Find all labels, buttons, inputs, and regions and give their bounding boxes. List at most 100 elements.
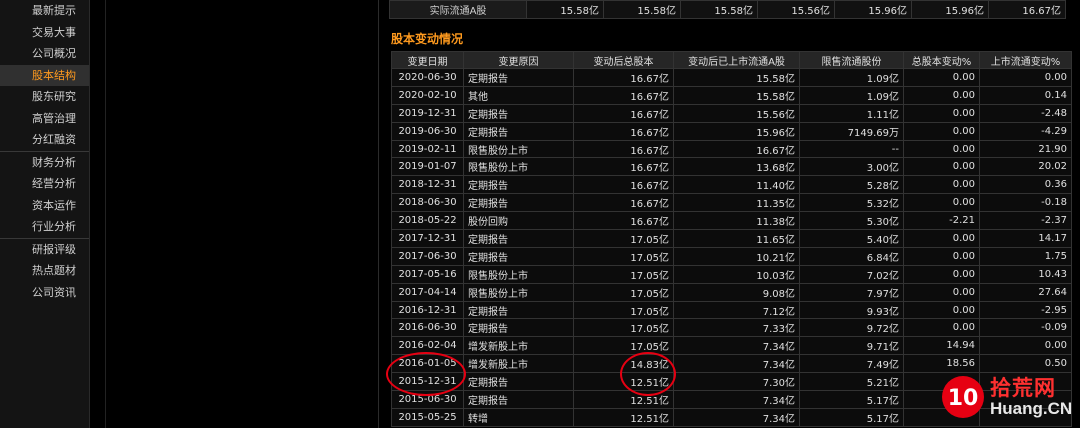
- table-cell: 5.28亿: [799, 175, 904, 195]
- table-cell: 7.33亿: [673, 318, 800, 338]
- table-cell: 2016-01-05: [391, 354, 464, 374]
- table-cell: 14.17: [979, 229, 1072, 248]
- sidebar-item[interactable]: 分红融资: [0, 129, 89, 151]
- column-header: 总股本变动%: [903, 51, 980, 69]
- table-cell: 15.96亿: [673, 121, 800, 141]
- table-cell: 0.00: [979, 336, 1072, 356]
- sidebar-item[interactable]: 资本运作: [0, 195, 89, 217]
- table-cell: 2019-06-30: [391, 121, 464, 141]
- table-cell: 定期报告: [463, 318, 574, 338]
- table-row: 2016-06-30 定期报告 17.05亿 7.33亿 9.72亿 0.00 -0.09: [391, 318, 1072, 338]
- table-cell: 2017-06-30: [391, 246, 464, 266]
- table-cell: 7.34亿: [673, 354, 800, 374]
- table-cell: 2015-05-25: [391, 407, 464, 427]
- share-changes-table: 变更日期 变更原因 变动后总股本 变动后已上市流通A股 限售流通股份 总股本变动% 上市流通…: [391, 51, 1072, 427]
- table-cell: 17.05亿: [573, 229, 674, 248]
- watermark-site-name: 拾荒网: [990, 376, 1056, 400]
- table-cell: 1.09亿: [799, 85, 904, 105]
- sidebar-item[interactable]: 股东研究: [0, 86, 89, 108]
- column-header: 变动后总股本: [573, 51, 674, 69]
- table-cell: 7.97亿: [799, 282, 904, 302]
- watermark-logo-text: 10: [948, 386, 979, 411]
- table-row: 2018-05-22 股份回购 16.67亿 11.38亿 5.30亿 -2.21 -2.3…: [391, 211, 1072, 231]
- table-cell: 0.00: [903, 121, 980, 141]
- table-cell: 9.93亿: [799, 300, 904, 320]
- table-cell: 17.05亿: [573, 300, 674, 320]
- left-nav: 最新提示 交易大事 公司概况 股本结构 股东研究 高管治理 分红融资 财务分析 经营分析 资本运作…: [0, 0, 90, 428]
- table-cell: 16.67亿: [573, 121, 674, 141]
- table-cell: --: [799, 139, 904, 159]
- sidebar-item[interactable]: 热点题材: [0, 260, 89, 282]
- table-cell: 0.00: [903, 264, 980, 284]
- float-row-cell: 16.67亿: [988, 0, 1066, 19]
- watermark-logo: 10: [942, 376, 984, 418]
- table-cell: 定期报告: [463, 103, 574, 123]
- table-cell: 12.51亿: [573, 407, 674, 427]
- table-cell: 股份回购: [463, 211, 574, 231]
- float-shares-table: 实际流通A股 15.58亿 15.58亿 15.58亿 15.56亿 15.96亿 15.9…: [389, 0, 1066, 19]
- table-cell: 7.34亿: [673, 336, 800, 356]
- table-cell: 定期报告: [463, 390, 574, 409]
- sidebar-item[interactable]: 最新提示: [0, 0, 89, 22]
- table-cell: 定期报告: [463, 175, 574, 195]
- sidebar-item[interactable]: 公司资讯: [0, 282, 89, 304]
- table-cell: 7.34亿: [673, 407, 800, 427]
- table-cell: 5.17亿: [799, 407, 904, 427]
- table-cell: 0.36: [979, 175, 1072, 195]
- table-cell: 增发新股上市: [463, 336, 574, 356]
- sidebar-item[interactable]: 财务分析: [0, 152, 89, 174]
- table-cell: 12.51亿: [573, 372, 674, 392]
- table-cell: 0.50: [979, 354, 1072, 374]
- table-cell: 7.49亿: [799, 354, 904, 374]
- table-cell: 5.21亿: [799, 372, 904, 392]
- table-cell: 16.67亿: [573, 85, 674, 105]
- watermark-domain: Huang.CN: [990, 399, 1073, 418]
- table-cell: -2.21: [903, 211, 980, 231]
- table-cell: 17.05亿: [573, 282, 674, 302]
- sidebar-item[interactable]: 行业分析: [0, 216, 89, 238]
- column-header: 上市流通变动%: [979, 51, 1072, 69]
- table-row: 2016-01-05 增发新股上市 14.83亿 7.34亿 7.49亿 18.56 0.5…: [391, 354, 1072, 374]
- table-row: 2017-06-30 定期报告 17.05亿 10.21亿 6.84亿 0.00 1.75: [391, 246, 1072, 266]
- table-cell: 27.64: [979, 282, 1072, 302]
- table-cell: 1.11亿: [799, 103, 904, 123]
- table-cell: 7.34亿: [673, 390, 800, 409]
- table-cell: 其他: [463, 85, 574, 105]
- float-row-label: 实际流通A股: [389, 0, 527, 19]
- table-cell: 定期报告: [463, 372, 574, 392]
- table-cell: 2018-05-22: [391, 211, 464, 231]
- table-cell: 2019-12-31: [391, 103, 464, 123]
- table-cell: 9.08亿: [673, 282, 800, 302]
- table-cell: 5.40亿: [799, 229, 904, 248]
- table-row: 2016-12-31 定期报告 17.05亿 7.12亿 9.93亿 0.00 -2.95: [391, 300, 1072, 320]
- sidebar-item[interactable]: 公司概况: [0, 43, 89, 65]
- table-cell: 0.00: [903, 282, 980, 302]
- table-cell: 0.00: [903, 157, 980, 177]
- float-row-cell: 15.58亿: [603, 0, 681, 19]
- table-cell: 2018-06-30: [391, 193, 464, 213]
- table-cell: 16.67亿: [673, 139, 800, 159]
- table-cell: 2016-12-31: [391, 300, 464, 320]
- table-cell: 2020-02-10: [391, 85, 464, 105]
- table-cell: 2019-02-11: [391, 139, 464, 159]
- table-cell: 11.35亿: [673, 193, 800, 213]
- table-cell: 限售股份上市: [463, 139, 574, 159]
- table-cell: 16.67亿: [573, 211, 674, 231]
- sidebar-item[interactable]: 交易大事: [0, 22, 89, 44]
- sidebar-item[interactable]: 股本结构: [0, 64, 89, 86]
- table-cell: 16.67亿: [573, 157, 674, 177]
- table-cell: 7.30亿: [673, 372, 800, 392]
- table-cell: 0.14: [979, 85, 1072, 105]
- float-row-cell: 15.96亿: [911, 0, 989, 19]
- table-cell: -0.09: [979, 318, 1072, 338]
- sidebar-item[interactable]: 高管治理: [0, 108, 89, 130]
- table-cell: 2017-12-31: [391, 229, 464, 248]
- sidebar-item[interactable]: 研报评级: [0, 239, 89, 261]
- table-cell: 定期报告: [463, 121, 574, 141]
- table-cell: 0.00: [903, 175, 980, 195]
- column-header: 限售流通股份: [799, 51, 904, 69]
- table-cell: 17.05亿: [573, 246, 674, 266]
- section-title: 股本变动情况: [391, 32, 464, 46]
- sidebar-item[interactable]: 经营分析: [0, 173, 89, 195]
- table-cell: 15.56亿: [673, 103, 800, 123]
